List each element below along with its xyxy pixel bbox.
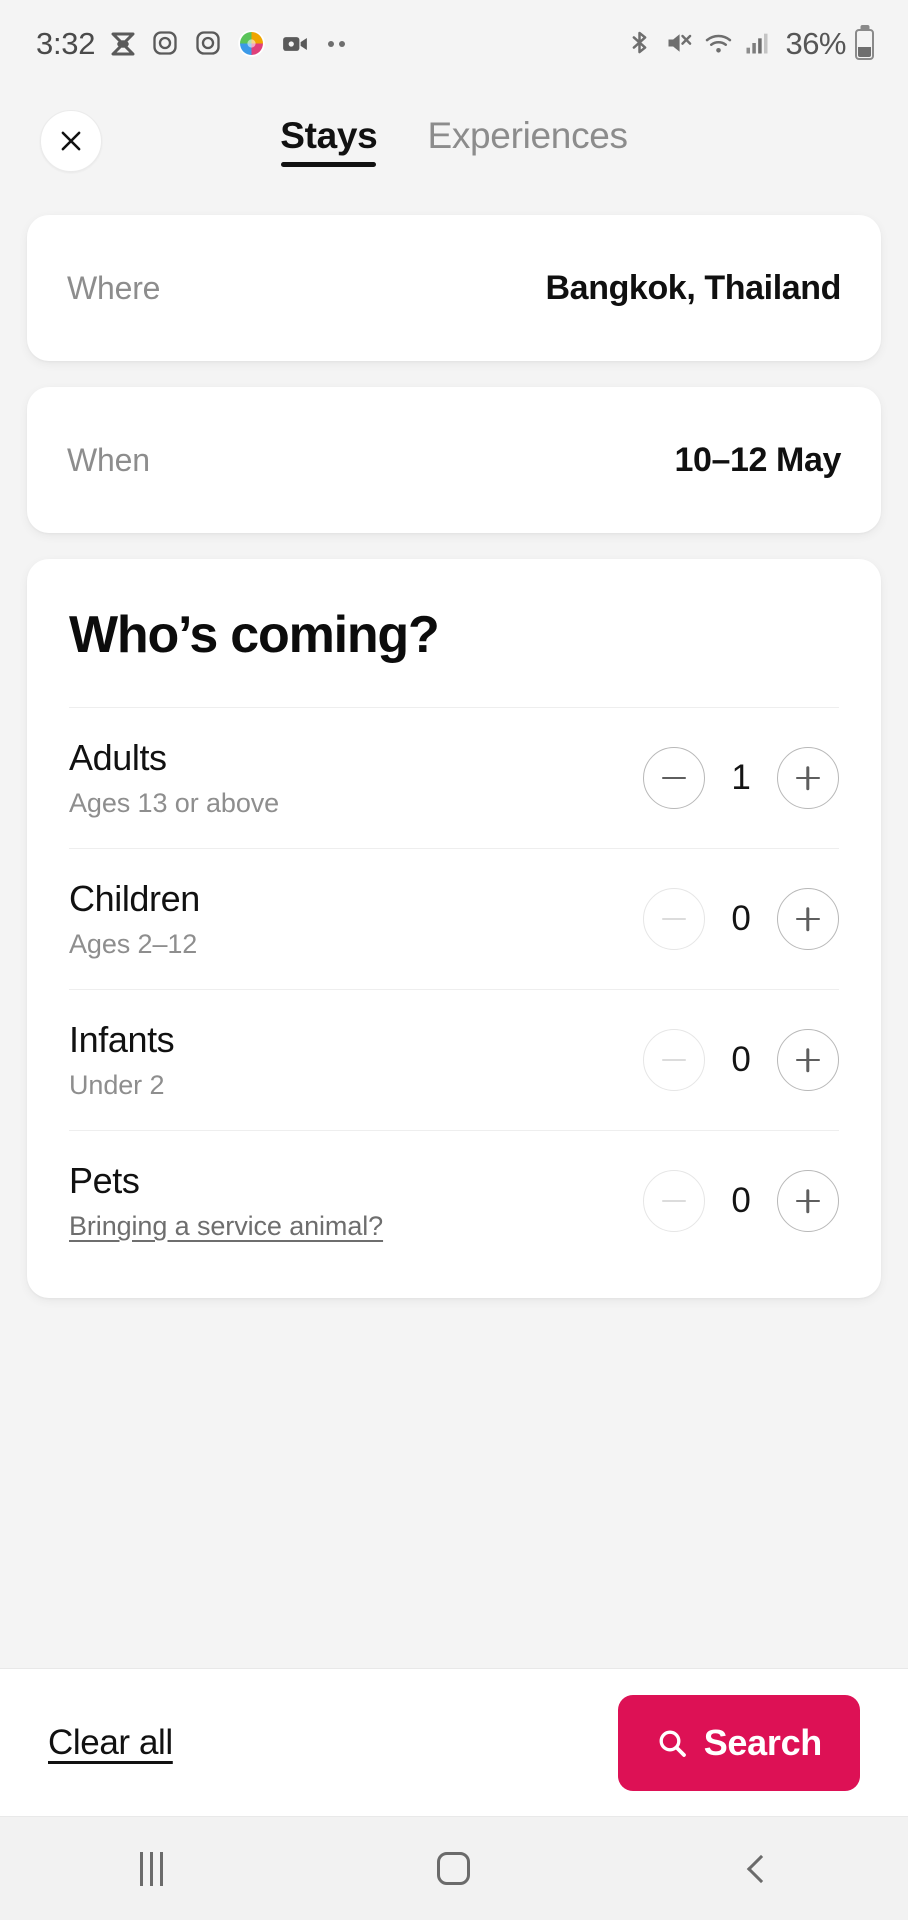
service-animal-link[interactable]: Bringing a service animal? bbox=[69, 1211, 383, 1242]
modal-header: Stays Experiences bbox=[0, 88, 908, 193]
where-value: Bangkok, Thailand bbox=[545, 268, 842, 307]
status-bar: 3:32 36% bbox=[0, 0, 908, 88]
more-dots-icon bbox=[328, 41, 346, 47]
status-clock: 3:32 bbox=[36, 26, 96, 61]
minus-icon bbox=[662, 917, 686, 921]
close-icon bbox=[61, 131, 81, 150]
guest-subtitle-adults: Ages 13 or above bbox=[69, 788, 280, 818]
decrement-pets-button bbox=[643, 1170, 705, 1232]
close-button[interactable] bbox=[40, 109, 102, 172]
wifi-icon bbox=[704, 29, 734, 59]
search-form: Where Bangkok, Thailand When 10–12 May W… bbox=[0, 193, 908, 1668]
stepper-infants: 0 bbox=[643, 1029, 839, 1091]
minus-icon bbox=[662, 1199, 686, 1203]
status-bar-left: 3:32 bbox=[36, 26, 626, 62]
plus-icon bbox=[796, 1048, 820, 1072]
status-bar-right: 36% bbox=[626, 26, 874, 62]
guest-info: Children Ages 2–12 bbox=[69, 878, 200, 960]
count-adults: 1 bbox=[731, 758, 751, 797]
stepper-pets: 0 bbox=[643, 1170, 839, 1232]
guest-row-adults: Adults Ages 13 or above 1 bbox=[69, 707, 839, 848]
when-value: 10–12 May bbox=[674, 440, 841, 479]
copilot-icon bbox=[237, 29, 267, 59]
guest-info: Adults Ages 13 or above bbox=[69, 737, 279, 819]
instagram-icon bbox=[194, 29, 224, 59]
clear-all-button[interactable]: Clear all bbox=[48, 1723, 173, 1763]
guests-title: Who’s coming? bbox=[69, 606, 440, 664]
plus-icon bbox=[796, 1189, 820, 1213]
minus-icon bbox=[662, 776, 686, 780]
search-button-label: Search bbox=[703, 1721, 823, 1763]
tab-stays[interactable]: Stays bbox=[280, 115, 378, 167]
battery-icon bbox=[855, 28, 874, 60]
action-bar: Clear all Search bbox=[0, 1668, 908, 1816]
plus-icon bbox=[796, 907, 820, 931]
instagram-icon bbox=[151, 29, 181, 59]
guest-name-adults: Adults bbox=[69, 737, 167, 778]
home-icon bbox=[437, 1852, 471, 1885]
stepper-adults: 1 bbox=[643, 747, 839, 809]
increment-infants-button[interactable] bbox=[777, 1029, 839, 1091]
video-camera-icon bbox=[280, 29, 310, 59]
guest-info: Infants Under 2 bbox=[69, 1019, 175, 1101]
battery-percent-label: 36% bbox=[785, 26, 846, 61]
count-children: 0 bbox=[731, 899, 751, 938]
decrement-children-button bbox=[643, 888, 705, 950]
guest-subtitle-infants: Under 2 bbox=[69, 1070, 165, 1100]
when-label: When bbox=[67, 441, 150, 478]
guest-row-pets: Pets Bringing a service animal? 0 bbox=[69, 1130, 839, 1244]
cellular-signal-icon bbox=[743, 29, 773, 59]
header-tabs: Stays Experiences bbox=[0, 115, 908, 167]
guest-subtitle-children: Ages 2–12 bbox=[69, 929, 198, 959]
tab-experiences[interactable]: Experiences bbox=[427, 115, 628, 167]
guest-name-infants: Infants bbox=[69, 1019, 175, 1060]
guests-panel: Who’s coming? Adults Ages 13 or above 1 bbox=[27, 559, 881, 1298]
where-field[interactable]: Where Bangkok, Thailand bbox=[27, 215, 881, 361]
app-screen: 3:32 36% Stays Experiences Where Bangkok… bbox=[0, 0, 908, 1920]
decrement-adults-button[interactable] bbox=[643, 747, 705, 809]
back-icon bbox=[746, 1854, 775, 1883]
where-label: Where bbox=[67, 269, 161, 306]
decrement-infants-button bbox=[643, 1029, 705, 1091]
mute-icon bbox=[665, 29, 695, 59]
increment-children-button[interactable] bbox=[777, 888, 839, 950]
guest-row-children: Children Ages 2–12 0 bbox=[69, 848, 839, 989]
capcut-icon bbox=[108, 29, 138, 59]
android-nav-bar bbox=[0, 1816, 908, 1920]
plus-icon bbox=[796, 766, 820, 790]
bluetooth-icon bbox=[626, 29, 656, 59]
search-icon bbox=[659, 1730, 686, 1757]
guest-name-pets: Pets bbox=[69, 1160, 140, 1201]
back-button[interactable] bbox=[697, 1829, 817, 1909]
minus-icon bbox=[662, 1058, 686, 1062]
count-pets: 0 bbox=[731, 1181, 751, 1220]
increment-pets-button[interactable] bbox=[777, 1170, 839, 1232]
increment-adults-button[interactable] bbox=[777, 747, 839, 809]
when-field[interactable]: When 10–12 May bbox=[27, 387, 881, 533]
guest-row-infants: Infants Under 2 0 bbox=[69, 989, 839, 1130]
stepper-children: 0 bbox=[643, 888, 839, 950]
recents-button[interactable] bbox=[91, 1829, 211, 1909]
guest-name-children: Children bbox=[69, 878, 200, 919]
guest-info: Pets Bringing a service animal? bbox=[69, 1160, 383, 1242]
home-button[interactable] bbox=[394, 1829, 514, 1909]
recents-icon bbox=[139, 1851, 163, 1886]
count-infants: 0 bbox=[731, 1040, 751, 1079]
search-button[interactable]: Search bbox=[617, 1694, 860, 1791]
